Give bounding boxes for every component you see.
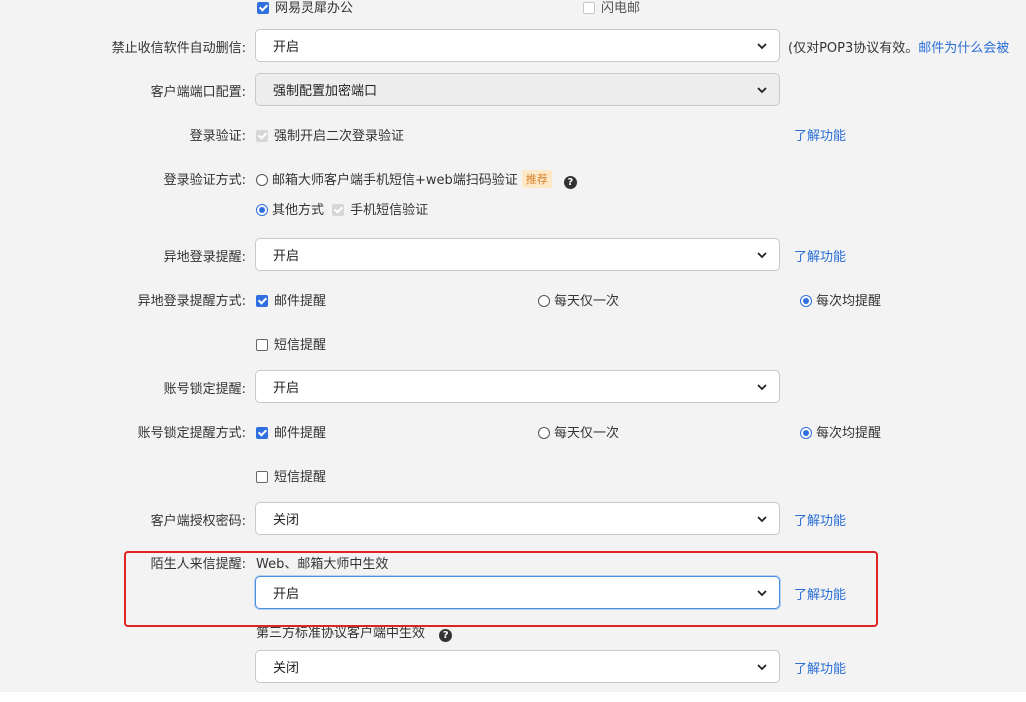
checkbox-remote-sms[interactable] [256, 339, 268, 351]
client-port-value: 强制配置加密端口 [273, 84, 378, 99]
help-icon[interactable]: ? [563, 176, 577, 189]
stranger-third-value: 关闭 [273, 661, 300, 676]
auto-delete-note-text: (仅对POP3协议有效。 [788, 41, 919, 56]
lock-every-label: 每次均提醒 [816, 426, 882, 441]
sms-verify-label: 手机短信验证 [350, 203, 429, 218]
client-port-select[interactable]: 强制配置加密端口 [255, 73, 780, 106]
remote-every-label: 每次均提醒 [816, 294, 882, 309]
stranger-mail-label: 陌生人来信提醒: [150, 557, 246, 572]
recommend-badge: 推荐 [521, 170, 552, 188]
chevron-down-icon [757, 514, 767, 524]
lock-sms-option[interactable]: 短信提醒 [256, 466, 326, 485]
lock-mail-label: 邮件提醒 [274, 426, 327, 441]
client-auth-learn-link[interactable]: 了解功能 [794, 510, 846, 529]
stranger-third-select[interactable]: 关闭 [255, 650, 780, 683]
option-lingxi[interactable]: 网易灵犀办公 [257, 0, 353, 16]
radio-other-method[interactable] [256, 204, 268, 216]
checkbox-lock-sms[interactable] [256, 471, 268, 483]
remote-mail-option[interactable]: 邮件提醒 [256, 290, 326, 309]
stranger-web-learn-link[interactable]: 了解功能 [794, 584, 846, 603]
checkbox-shandian[interactable] [583, 2, 595, 14]
verify-method-option1-label: 邮箱大师客户端手机短信+web端扫码验证 [272, 173, 518, 188]
verify-method-option2-label: 其他方式 [272, 203, 325, 218]
chevron-down-icon [757, 41, 767, 51]
option-shandian-label: 闪电邮 [601, 1, 641, 16]
login-verify-label: 登录验证: [189, 129, 246, 144]
account-lock-select[interactable]: 开启 [255, 370, 780, 403]
chevron-down-icon [757, 250, 767, 260]
radio-lock-every[interactable] [800, 427, 812, 439]
account-lock-value: 开启 [273, 381, 300, 396]
checkbox-force-2fa [256, 130, 268, 142]
client-auth-label: 客户端授权密码: [150, 514, 246, 529]
help-icon[interactable]: ? [439, 629, 453, 642]
stranger-web-scope: Web、邮箱大师中生效 [256, 557, 389, 572]
verify-method-option1[interactable]: 邮箱大师客户端手机短信+web端扫码验证 推荐 ? [256, 169, 577, 189]
force-2fa-label: 强制开启二次登录验证 [274, 129, 405, 144]
remote-login-learn-link[interactable]: 了解功能 [794, 246, 846, 265]
remote-every-option[interactable]: 每次均提醒 [800, 290, 881, 309]
radio-lock-once[interactable] [538, 427, 550, 439]
remote-method-label: 异地登录提醒方式: [137, 294, 246, 309]
lock-once-label: 每天仅一次 [554, 426, 620, 441]
auto-delete-value: 开启 [273, 40, 300, 55]
option-lingxi-label: 网易灵犀办公 [275, 1, 354, 16]
stranger-web-select[interactable]: 开启 [255, 576, 780, 609]
auto-delete-note: (仅对POP3协议有效。邮件为什么会被 [788, 37, 1009, 56]
verify-method-option2[interactable]: 其他方式 手机短信验证 [256, 199, 428, 218]
bottom-strip [0, 692, 1026, 702]
login-verify-option: 强制开启二次登录验证 [256, 125, 404, 144]
auto-delete-select[interactable]: 开启 [255, 29, 780, 62]
client-auth-select[interactable]: 关闭 [255, 502, 780, 535]
radio-remote-every[interactable] [800, 295, 812, 307]
verify-method-label: 登录验证方式: [163, 173, 246, 188]
checkbox-lingxi[interactable] [257, 2, 269, 14]
remote-mail-label: 邮件提醒 [274, 294, 327, 309]
stranger-third-scope: 第三方标准协议客户端中生效 ? [256, 622, 453, 642]
remote-login-select[interactable]: 开启 [255, 238, 780, 271]
stranger-web-value: 开启 [273, 587, 300, 602]
client-auth-value: 关闭 [273, 513, 300, 528]
remote-sms-label: 短信提醒 [274, 338, 327, 353]
chevron-down-icon [757, 588, 767, 598]
checkbox-lock-mail[interactable] [256, 427, 268, 439]
stranger-third-scope-text: 第三方标准协议客户端中生效 [256, 626, 426, 641]
lock-once-option[interactable]: 每天仅一次 [538, 422, 619, 441]
lock-mail-option[interactable]: 邮件提醒 [256, 422, 326, 441]
auto-delete-note-link[interactable]: 邮件为什么会被 [918, 41, 1009, 56]
stranger-third-learn-link[interactable]: 了解功能 [794, 658, 846, 677]
remote-sms-option[interactable]: 短信提醒 [256, 334, 326, 353]
lock-every-option[interactable]: 每次均提醒 [800, 422, 881, 441]
remote-login-value: 开启 [273, 249, 300, 264]
radio-master-sms[interactable] [256, 174, 268, 186]
checkbox-remote-mail[interactable] [256, 295, 268, 307]
chevron-down-icon [757, 85, 767, 95]
login-verify-learn-link[interactable]: 了解功能 [794, 125, 846, 144]
remote-once-label: 每天仅一次 [554, 294, 620, 309]
client-port-label: 客户端端口配置: [150, 85, 246, 100]
chevron-down-icon [757, 662, 767, 672]
account-lock-label: 账号锁定提醒: [163, 382, 246, 397]
auto-delete-label: 禁止收信软件自动删信: [111, 41, 246, 56]
checkbox-sms-verify [332, 204, 345, 216]
radio-remote-once[interactable] [538, 295, 550, 307]
lock-method-label: 账号锁定提醒方式: [137, 426, 246, 441]
chevron-down-icon [757, 382, 767, 392]
remote-login-label: 异地登录提醒: [163, 250, 246, 265]
lock-sms-label: 短信提醒 [274, 470, 327, 485]
option-shandian[interactable]: 闪电邮 [583, 0, 640, 16]
remote-once-option[interactable]: 每天仅一次 [538, 290, 619, 309]
